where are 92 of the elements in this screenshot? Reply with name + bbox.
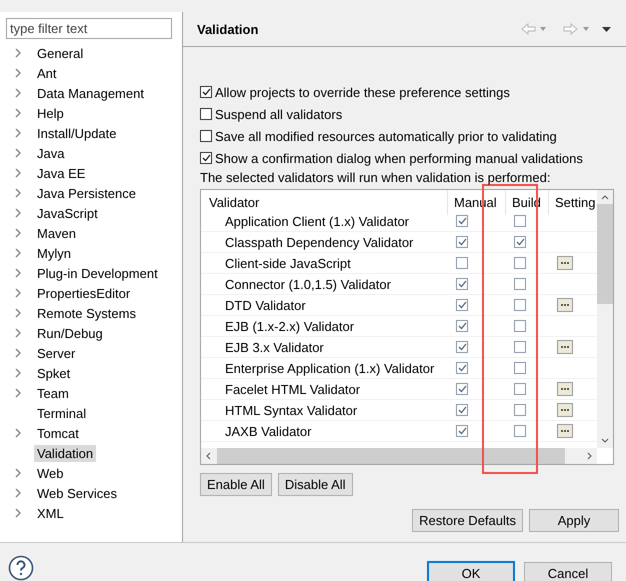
tree-item[interactable]: Run/Debug (34, 324, 106, 342)
tree-item[interactable]: JavaScript (34, 204, 101, 222)
table-cell: Application Client (1.x) Validator (201, 211, 447, 232)
tree-item[interactable]: Help (34, 104, 67, 122)
checkbox[interactable] (514, 257, 526, 269)
checkbox[interactable] (456, 383, 468, 395)
tree-item[interactable]: Mylyn (34, 244, 74, 262)
table-cell: HTML Syntax Validator (201, 400, 447, 421)
settings-button[interactable] (557, 382, 573, 396)
table-action-button[interactable]: Disable All (278, 473, 353, 496)
vertical-scrollbar[interactable] (597, 190, 613, 448)
tree-item[interactable]: Ant (34, 64, 60, 82)
checkbox[interactable] (200, 86, 212, 98)
tree-item[interactable]: Java Persistence (34, 184, 139, 202)
tree-item[interactable]: Web Services (34, 484, 120, 502)
table-caption: The selected validators will run when validation is performed: (200, 169, 552, 187)
checkbox-label: Show a confirmation dialog when performing manual validations (215, 150, 583, 166)
checkbox[interactable] (456, 257, 468, 269)
tree-item[interactable]: PropertiesEditor (34, 284, 134, 302)
tree-item[interactable]: Install/Update (34, 124, 120, 142)
filter-field[interactable]: type filter text (6, 18, 172, 39)
tree-item[interactable]: Maven (34, 224, 80, 242)
table-cell: Client-side JavaScript (201, 253, 447, 274)
tree-item[interactable]: Java (34, 144, 68, 162)
tree-item[interactable]: General (34, 44, 86, 62)
checkbox[interactable] (456, 425, 468, 437)
checkbox[interactable] (456, 320, 468, 332)
checkbox[interactable] (514, 383, 526, 395)
checkbox[interactable] (456, 236, 468, 248)
tree-item[interactable]: Validation (34, 444, 96, 462)
checkbox[interactable] (200, 130, 212, 142)
tree-item[interactable]: Remote Systems (34, 304, 139, 322)
checkbox[interactable] (456, 278, 468, 290)
tree-item[interactable]: Server (34, 344, 78, 362)
checkbox[interactable] (514, 236, 526, 248)
checkbox[interactable] (514, 362, 526, 374)
checkbox[interactable] (514, 404, 526, 416)
settings-button[interactable] (557, 298, 573, 312)
dialog-button[interactable]: OK (428, 562, 514, 581)
checkbox[interactable] (514, 299, 526, 311)
scroll-left-icon[interactable] (205, 451, 213, 461)
checkbox[interactable] (514, 278, 526, 290)
checkbox-label: Allow projects to override these preference settings (215, 84, 510, 100)
checkbox[interactable] (514, 320, 526, 332)
more-icon (560, 303, 570, 307)
tree-item[interactable]: Spket (34, 364, 74, 382)
tree-item[interactable]: Java EE (34, 164, 88, 182)
dialog-button[interactable]: Cancel (524, 562, 612, 581)
checkbox[interactable] (514, 425, 526, 437)
checkbox[interactable] (456, 341, 468, 353)
page-action-button[interactable]: Apply (529, 509, 619, 532)
tree-item[interactable]: Web (34, 464, 66, 482)
table-cell: EJB 3.x Validator (201, 337, 447, 358)
help-icon[interactable] (8, 555, 34, 581)
checkbox[interactable] (200, 108, 212, 120)
table-cell: Enterprise Application (1.x) Validator (201, 358, 447, 379)
more-icon (560, 261, 570, 265)
scroll-right-icon[interactable] (585, 451, 593, 461)
tree-item[interactable]: XML (34, 504, 67, 522)
settings-button[interactable] (557, 340, 573, 354)
page-title: Validation (197, 22, 258, 36)
checkbox[interactable] (514, 341, 526, 353)
tree-item[interactable]: Tomcat (34, 424, 82, 442)
tree-item[interactable]: Team (34, 384, 72, 402)
table-action-button[interactable]: Enable All (200, 473, 272, 496)
more-icon (560, 345, 570, 349)
table-cell: Connector (1.0,1.5) Validator (201, 274, 447, 295)
more-icon (560, 429, 570, 433)
tree-item[interactable]: Plug-in Development (34, 264, 161, 282)
page-action-button[interactable]: Restore Defaults (412, 509, 523, 532)
table-cell: Facelet HTML Validator (201, 379, 447, 400)
checkbox[interactable] (456, 404, 468, 416)
table-cell: EJB (1.x-2.x) Validator (201, 316, 447, 337)
checkbox[interactable] (456, 362, 468, 374)
navigation-arrows-icon[interactable] (520, 22, 614, 36)
settings-button[interactable] (557, 256, 573, 270)
settings-button[interactable] (557, 424, 573, 438)
checkbox-label: Save all modified resources automatically prior to validating (215, 128, 557, 144)
tree-item[interactable]: Terminal (34, 404, 90, 422)
table-cell: Classpath Dependency Validator (201, 232, 447, 253)
horizontal-scrollbar[interactable] (201, 448, 597, 464)
checkbox-label: Suspend all validators (215, 106, 342, 122)
tree-item[interactable]: Data Management (34, 84, 147, 102)
more-icon (560, 387, 570, 391)
table-cell: JAXB Validator (201, 421, 447, 442)
checkbox[interactable] (514, 215, 526, 227)
more-icon (560, 408, 570, 412)
checkbox[interactable] (456, 299, 468, 311)
table-cell: DTD Validator (201, 295, 447, 316)
checkbox[interactable] (200, 152, 212, 164)
checkbox[interactable] (456, 215, 468, 227)
settings-button[interactable] (557, 403, 573, 417)
